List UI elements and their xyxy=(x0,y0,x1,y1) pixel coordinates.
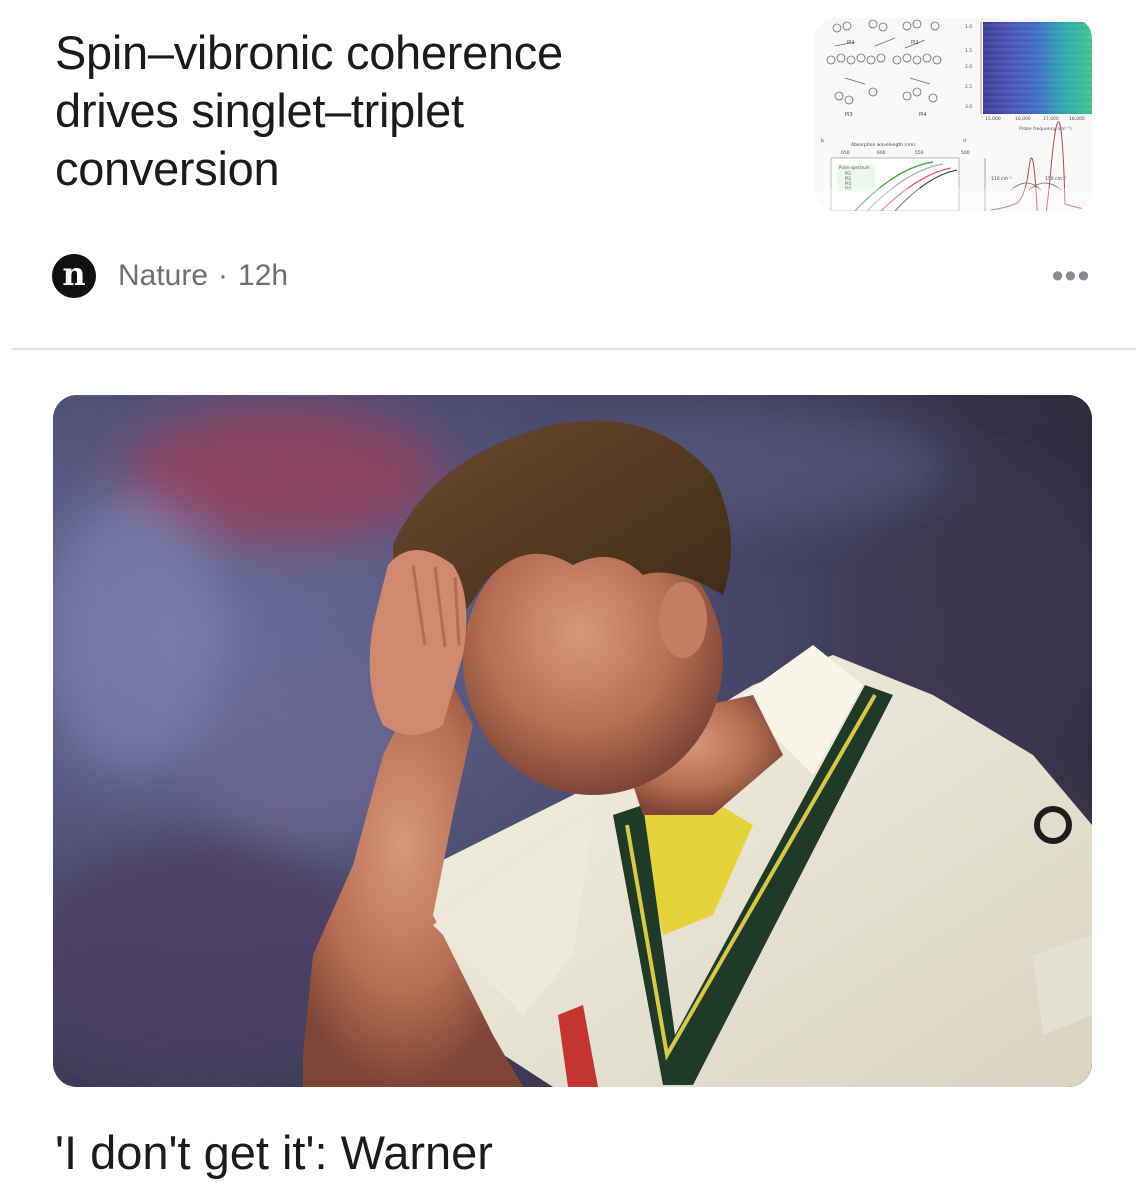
headline-line-1: Spin–vibronic coherence xyxy=(55,26,563,79)
svg-text:16,000: 16,000 xyxy=(1015,116,1031,122)
svg-text:PI4: PI4 xyxy=(919,112,927,118)
svg-text:1.0: 1.0 xyxy=(965,24,972,30)
article-thumbnail[interactable]: PI1 PI2 PI3 PI4 1.0 1.5 2.0 2.5 3.0 15,000 16… xyxy=(815,18,1092,211)
svg-text:Pulse spectrum: Pulse spectrum xyxy=(839,165,870,170)
ellipsis-icon: ••• xyxy=(1051,256,1091,295)
svg-text:Probe frequency (cm⁻¹): Probe frequency (cm⁻¹) xyxy=(1019,126,1072,132)
article-card-nature[interactable]: Spin–vibronic coherence drives singlet–t… xyxy=(0,0,1146,350)
article-headline[interactable]: Spin–vibronic coherence drives singlet–t… xyxy=(55,24,695,198)
article-headline-warner[interactable]: 'I don't get it': Warner xyxy=(55,1122,1095,1184)
source-name[interactable]: Nature xyxy=(118,259,208,293)
svg-text:3.0: 3.0 xyxy=(965,104,972,110)
svg-text:600: 600 xyxy=(877,150,886,156)
meta-separator: · xyxy=(218,259,229,292)
svg-text:110 cm⁻¹: 110 cm⁻¹ xyxy=(991,176,1012,182)
svg-text:d: d xyxy=(963,138,966,144)
svg-text:15,000: 15,000 xyxy=(985,116,1001,122)
divider xyxy=(12,348,1136,350)
article-hero-image[interactable] xyxy=(53,395,1092,1087)
article-meta: n Nature · 12h xyxy=(52,252,288,300)
svg-text:PI3: PI3 xyxy=(845,112,853,118)
svg-text:PI2: PI2 xyxy=(911,40,919,46)
svg-text:500: 500 xyxy=(961,150,970,156)
source-logo[interactable]: n xyxy=(52,254,96,298)
headline-line-3: conversion xyxy=(55,142,280,195)
svg-text:550: 550 xyxy=(915,150,924,156)
svg-text:2.0: 2.0 xyxy=(965,64,972,70)
svg-text:650: 650 xyxy=(841,150,850,156)
more-options-button[interactable]: ••• xyxy=(1046,256,1096,295)
svg-text:PI1: PI1 xyxy=(847,40,855,46)
headline-line-2: drives singlet–triplet xyxy=(55,84,464,137)
svg-text:Absorption wavelength (nm): Absorption wavelength (nm) xyxy=(851,142,915,148)
svg-text:150 cm⁻¹: 150 cm⁻¹ xyxy=(1045,176,1066,182)
svg-text:17,000: 17,000 xyxy=(1043,116,1059,122)
timestamp: 12h xyxy=(238,259,289,292)
svg-text:1.5: 1.5 xyxy=(965,48,972,54)
svg-text:b: b xyxy=(821,138,824,144)
svg-text:2.5: 2.5 xyxy=(965,84,972,90)
svg-text:18,000: 18,000 xyxy=(1069,116,1085,122)
